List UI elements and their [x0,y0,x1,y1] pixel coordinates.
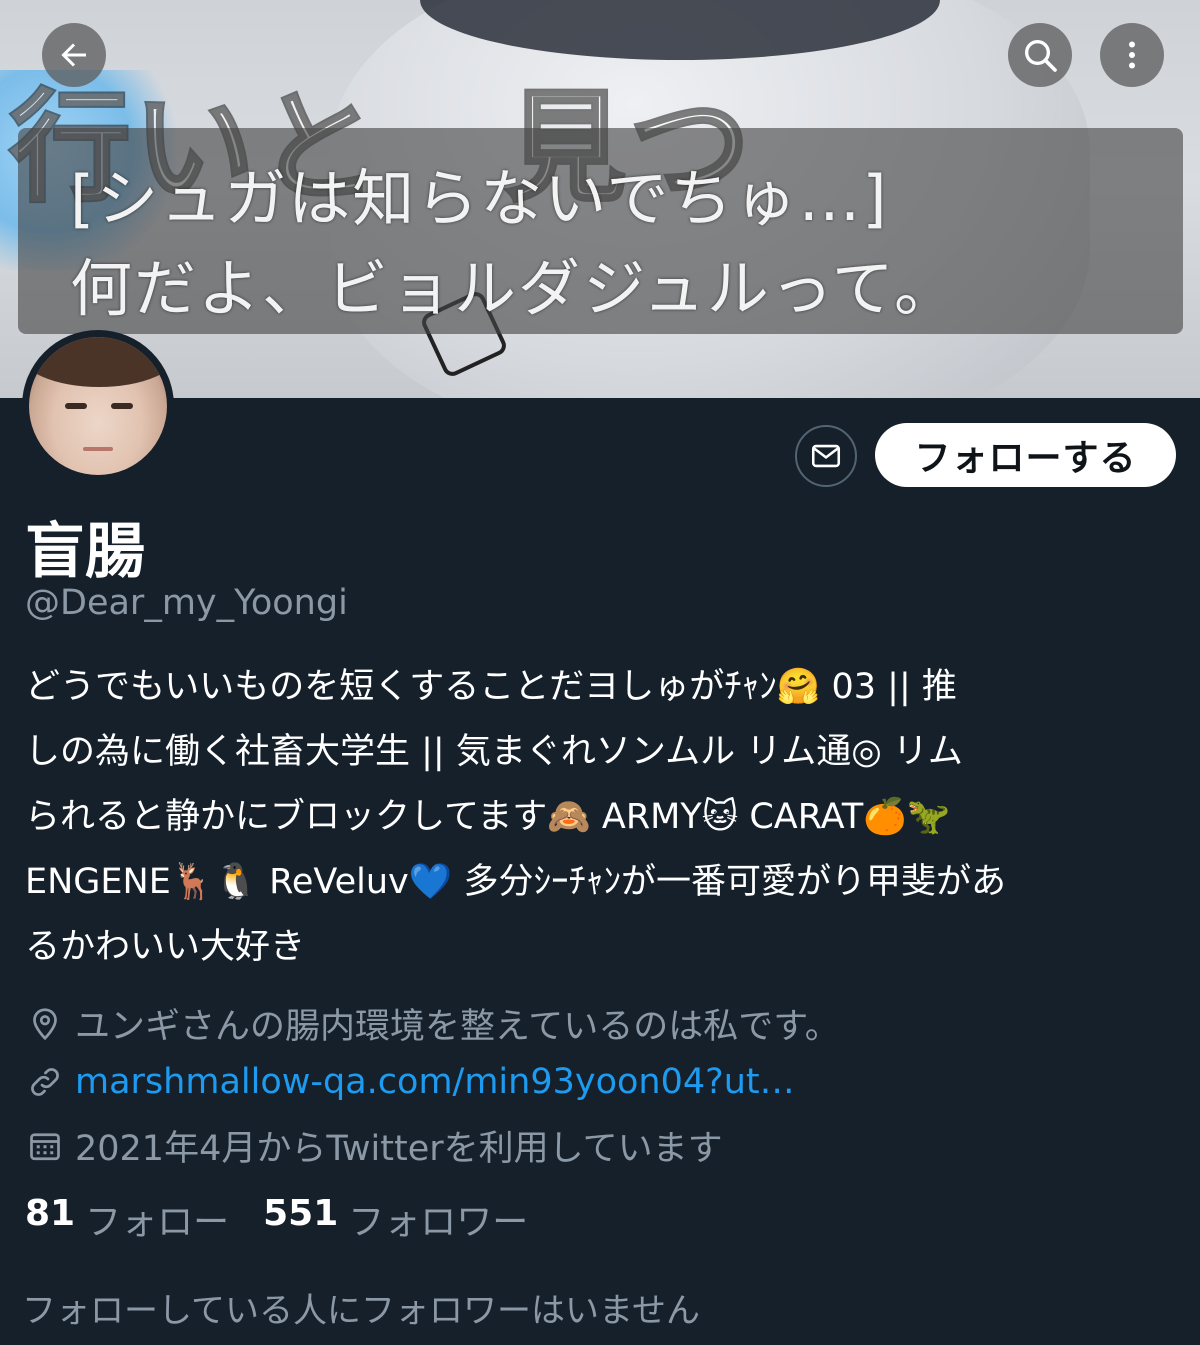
back-button[interactable] [42,23,106,87]
following-label: フォロー [85,1202,230,1243]
user-handle: @Dear_my_Yoongi [25,583,348,623]
banner-caption-line-1: [シュガは知らないでちゅ…] [70,162,889,235]
followers-count: 551 [263,1193,339,1234]
website-link[interactable]: marshmallow-qa.com/min93yoon04?ut… [75,1062,795,1102]
profile-bio: どうでもいいものを短くすることだヨしゅがﾁｬﾝ🤗 03 || 推 しの為に働く社… [25,655,1165,980]
calendar-icon [25,1126,65,1166]
bio-line: られると静かにブロックしてます🙈 ARMY🐱 CARAT🍊🦖 [25,797,951,837]
display-name: 盲腸 [25,517,145,587]
followers-count-link[interactable]: 551 フォロワー [263,1193,528,1245]
following-count-link[interactable]: 81 フォロー [25,1193,229,1245]
banner-caption-line-2: 何だよ、ビョルダジュルって。 [70,252,958,325]
avatar[interactable] [22,330,174,482]
following-count: 81 [25,1193,76,1234]
location-pin-icon [25,1004,65,1044]
arrow-left-icon [61,43,86,67]
followers-label: フォロワー [348,1202,529,1243]
more-vertical-icon [1129,41,1135,69]
direct-message-button[interactable] [795,425,857,487]
link-icon [25,1062,65,1102]
profile-location: ユンギさんの腸内環境を整えているのは私です。 [25,998,840,1049]
envelope-icon [811,444,841,468]
profile-website: marshmallow-qa.com/min93yoon04?ut… [25,1062,795,1102]
followers-you-know-text: フォローしている人にフォロワーはいません [22,1291,700,1331]
more-button[interactable] [1100,23,1164,87]
avatar-photo [29,337,167,475]
follow-counts: 81 フォロー 551 フォロワー [25,1193,528,1245]
follow-button[interactable]: フォローする [875,423,1176,487]
bio-line: しの為に働く社畜大学生 || 気まぐれソンムル リム通◎ リム [25,732,963,772]
location-text: ユンギさんの腸内環境を整えているのは私です。 [75,1007,840,1047]
search-button[interactable] [1008,23,1072,87]
profile-joined-date: 2021年4月からTwitterを利用しています [25,1120,723,1171]
bio-line: どうでもいいものを短くすることだヨしゅがﾁｬﾝ🤗 03 || 推 [25,667,957,707]
bio-line: ENGENE🦌🐧 ReVeluv💙 多分ｼｰﾁｬﾝが一番可愛がり甲斐があ [25,862,1006,902]
search-icon [1025,40,1057,72]
joined-text: 2021年4月からTwitterを利用しています [75,1129,723,1169]
bio-line: るかわいい大好き [25,927,306,967]
